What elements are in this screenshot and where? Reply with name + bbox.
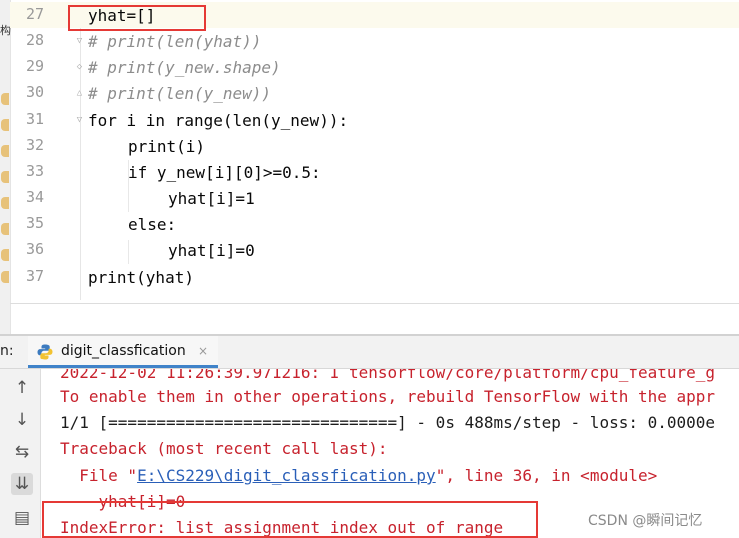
python-icon [37,344,53,360]
fold-marker-icon[interactable]: △ [75,89,84,98]
console-line: 2022-12-02 11:26:39.971216: I tensorflow… [60,369,716,382]
up-arrow-icon[interactable]: ↑ [11,377,33,399]
down-arrow-icon[interactable]: ↓ [11,409,33,431]
run-tab-bar: n: digit_classfication × [0,336,739,369]
code-text: yhat[i]=0 [168,241,255,260]
code-line-29[interactable]: # print(y_new.shape) [88,56,281,80]
console-text: File " [60,466,138,485]
line-number: 28 [25,31,44,49]
line-number: 29 [25,57,44,75]
run-toolbar: ↑ ↓ ⇆ ⇊ ▤ [0,369,41,538]
highlight-box [68,5,206,31]
code-text: print(i) [128,137,206,156]
code-line-33[interactable]: if y_new[i][0]>=0.5: [128,161,321,185]
console-line: To enable them in other operations, rebu… [60,387,716,406]
code-line-31[interactable]: for i in range(len(y_new)): [88,109,348,133]
code-line-32[interactable]: print(i) [128,135,205,159]
console-line: File "E:\CS229\digit_classfication.py", … [60,464,657,488]
line-number: 30 [25,83,44,101]
line-number: 27 [25,5,44,23]
breakpoint-marker-icon [1,249,9,261]
fold-marker-icon[interactable]: ▽ [75,37,84,46]
comment-text: # print(len(y_new)) [88,84,272,103]
file-link[interactable]: E:\CS229\digit_classfication.py [137,466,436,485]
line-number: 33 [25,162,44,180]
watermark: CSDN @瞬间记忆 [588,513,703,529]
line-number: 37 [25,267,44,285]
code-line-30[interactable]: # print(len(y_new)) [88,82,271,106]
code-line-35[interactable]: else: [128,213,176,237]
code-text: yhat[i]=1 [168,189,255,208]
close-icon[interactable]: × [198,344,208,358]
code-text: print(yhat) [88,268,194,287]
line-number: 36 [25,240,44,258]
editor-bottom-border [10,303,739,304]
breakpoint-marker-icon [1,145,9,157]
comment-text: # print(y_new.shape) [88,58,281,77]
highlight-box [42,501,538,538]
breakpoint-marker-icon [1,223,9,235]
run-window-title: n: [0,343,14,359]
scroll-to-end-icon[interactable]: ⇊ [11,473,33,495]
line-number: 31 [25,110,44,128]
print-icon[interactable]: ▤ [11,507,33,529]
breakpoint-marker-icon [1,171,9,183]
code-text: if y_new[i][0]>=0.5: [128,163,321,182]
breakpoint-marker-icon [1,119,9,131]
tab-label: digit_classfication [61,343,186,359]
breakpoint-marker-icon [1,197,9,209]
code-editor[interactable]: 构 27 28 29 30 31 32 33 34 35 36 37 ▽ ◇ △… [0,0,739,335]
indent-guide [128,240,129,264]
line-number-gutter[interactable]: 27 28 29 30 31 32 33 34 35 36 37 [10,0,50,300]
comment-text: # print(len(yhat)) [88,32,262,51]
soft-wrap-icon[interactable]: ⇆ [11,441,33,463]
code-line-28[interactable]: # print(len(yhat)) [88,30,261,54]
console-line: 1/1 [==============================] - 0… [60,413,716,432]
code-text: else: [128,215,177,234]
line-number: 32 [25,136,44,154]
tab-digit-classfication[interactable]: digit_classfication × [28,336,218,368]
fold-marker-icon[interactable]: ◇ [75,63,84,72]
console-text: ", line 36, in <module> [435,466,658,485]
line-number: 34 [25,188,44,206]
breakpoint-marker-icon [1,93,9,105]
code-text: for i in range(len(y_new)): [88,111,349,130]
fold-marker-icon[interactable]: ▽ [75,116,84,125]
breakpoint-marker-icon [1,271,9,283]
code-line-37[interactable]: print(yhat) [88,266,194,290]
line-number: 35 [25,214,44,232]
code-line-36[interactable]: yhat[i]=0 [168,239,255,263]
console-line: Traceback (most recent call last): [60,439,388,458]
code-line-34[interactable]: yhat[i]=1 [168,187,255,211]
